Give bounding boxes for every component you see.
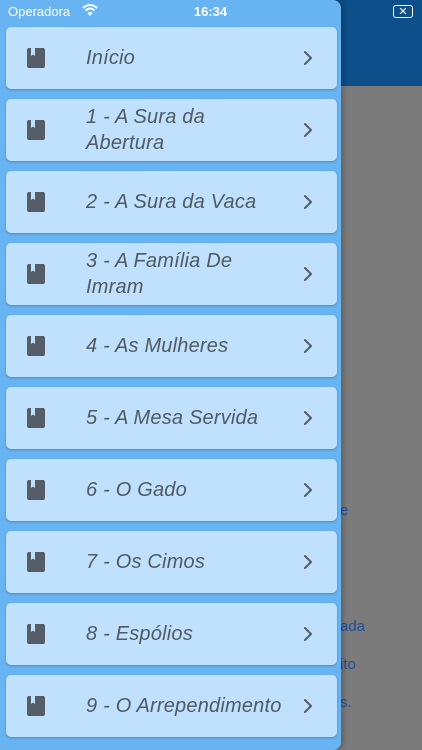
chevron-right-icon xyxy=(304,411,312,425)
menu-item[interactable]: 9 - O Arrependimento xyxy=(6,675,337,737)
chevron-right-icon xyxy=(304,555,312,569)
book-icon xyxy=(27,48,45,68)
menu-item[interactable]: 7 - Os Cimos xyxy=(6,531,337,593)
background-text-fragment: ito xyxy=(340,656,356,673)
menu-item-label: 8 - Espólios xyxy=(86,623,193,645)
menu-item-label: 7 - Os Cimos xyxy=(86,551,206,573)
chevron-right-icon xyxy=(304,627,312,641)
background-text-fragment: e xyxy=(340,502,349,519)
status-time: 16:34 xyxy=(193,4,228,19)
chevron-right-icon xyxy=(304,483,312,497)
navigation-drawer: Operadora 16:34 Início 1 - A Sura da Abe… xyxy=(0,0,341,750)
book-icon xyxy=(27,408,45,428)
chevron-right-icon xyxy=(304,123,312,137)
menu-item-label: 9 - O Arrependimento xyxy=(86,695,282,717)
book-icon xyxy=(27,624,45,644)
menu-item[interactable]: Início xyxy=(6,27,337,89)
background-text-fragment: s. xyxy=(340,694,352,711)
book-icon xyxy=(27,336,45,356)
menu-item-label: 5 - A Mesa Servida xyxy=(86,407,259,429)
menu-item[interactable]: 2 - A Sura da Vaca xyxy=(6,171,337,233)
book-icon xyxy=(27,480,45,500)
book-icon xyxy=(27,552,45,572)
menu-item-label: 6 - O Gado xyxy=(86,479,187,501)
menu-item-label: 3 - A Família De Imram xyxy=(86,250,233,298)
menu-item-label: Início xyxy=(86,47,136,69)
chevron-right-icon xyxy=(304,699,312,713)
background-text-fragment: ada xyxy=(340,618,366,635)
menu-item[interactable]: 3 - A Família De Imram xyxy=(6,243,337,305)
book-icon xyxy=(27,192,45,212)
menu-item-label: 2 - A Sura da Vaca xyxy=(86,191,257,213)
menu-item[interactable]: 8 - Espólios xyxy=(6,603,337,665)
chevron-right-icon xyxy=(304,195,312,209)
chevron-right-icon xyxy=(304,267,312,281)
menu-item-label: 1 - A Sura da Abertura xyxy=(86,106,205,154)
menu-item[interactable]: 4 - As Mulheres xyxy=(6,315,337,377)
chevron-right-icon xyxy=(304,51,312,65)
book-icon xyxy=(27,696,45,716)
book-icon xyxy=(27,264,45,284)
chevron-right-icon xyxy=(304,339,312,353)
menu-item-label: 4 - As Mulheres xyxy=(86,335,229,357)
menu-item[interactable]: 6 - O Gado xyxy=(6,459,337,521)
status-bar: Operadora 16:34 xyxy=(0,0,341,22)
menu-item[interactable]: 5 - A Mesa Servida xyxy=(6,387,337,449)
menu-item[interactable]: 1 - A Sura da Abertura xyxy=(6,99,337,161)
book-icon xyxy=(27,120,45,140)
